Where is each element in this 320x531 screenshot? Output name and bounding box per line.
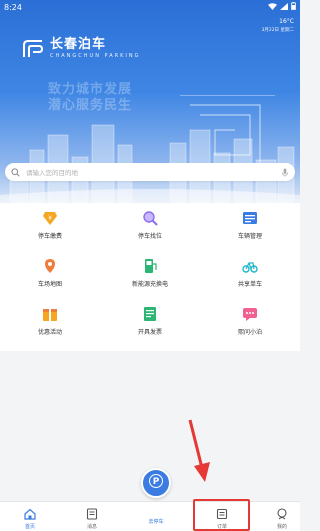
- vehicle-manage-icon: [243, 212, 257, 224]
- service-label: 停车缴费: [37, 233, 62, 240]
- home-icon: [24, 508, 36, 520]
- search-icon: [11, 167, 20, 177]
- parking-p-icon: P: [149, 474, 163, 488]
- service-promotion[interactable]: 优惠活动: [0, 304, 100, 344]
- service-label: 共享单车: [237, 281, 262, 288]
- search-bar[interactable]: 请输入您的目的地: [5, 163, 295, 181]
- status-icons: [268, 2, 296, 10]
- service-label: 车辆管理: [237, 233, 262, 240]
- go-park-button[interactable]: P: [141, 468, 171, 498]
- ev-charging-icon: [145, 259, 157, 273]
- logo-mark-icon: [23, 39, 44, 57]
- city-skyline-illustration: [0, 95, 300, 205]
- go-park-label: 去停车: [148, 519, 164, 525]
- tab-label: 我的: [276, 524, 287, 530]
- brand-name: 长春泊车: [50, 37, 107, 52]
- user-icon: [277, 508, 287, 520]
- chat-assistant-icon: [243, 308, 257, 321]
- tab-mine[interactable]: 我的: [252, 502, 312, 531]
- promotion-icon: [43, 309, 57, 321]
- weather-widget: 16°C 3月22日 星期二: [261, 18, 294, 33]
- annotation-arrow: [188, 419, 210, 482]
- service-lot-map[interactable]: 车场地图: [0, 256, 100, 296]
- svg-text:¥: ¥: [48, 215, 52, 222]
- service-label: 新能源充换电: [131, 281, 168, 288]
- status-bar: 8:24: [0, 0, 300, 16]
- tab-label: 首页: [24, 524, 35, 530]
- wifi-icon: [268, 2, 277, 10]
- svg-text:P: P: [153, 477, 160, 487]
- bottom-tab-bar: 首页 消息 订单 我的: [0, 501, 300, 531]
- service-parking-payment[interactable]: ¥ 停车缴费: [0, 208, 100, 248]
- service-invoice[interactable]: 开具发票: [100, 304, 200, 344]
- service-grid: ¥ 停车缴费 停车找位 车辆管理 车场地图 新能源充换电 共享单车 优惠活动 开…: [0, 203, 300, 351]
- find-spot-icon: [143, 211, 158, 226]
- highlight-box: [193, 499, 250, 531]
- mic-icon[interactable]: [281, 167, 289, 177]
- lot-map-icon: [45, 259, 55, 273]
- service-label: 熙问小泊: [237, 329, 262, 336]
- tab-messages[interactable]: 消息: [62, 502, 122, 531]
- shared-bike-icon: [242, 262, 258, 273]
- tab-label: 消息: [86, 524, 97, 530]
- service-shared-bike[interactable]: 共享单车: [200, 256, 300, 296]
- service-label: 开具发票: [137, 329, 162, 336]
- search-input[interactable]: 请输入您的目的地: [26, 167, 281, 177]
- service-label: 车场地图: [37, 281, 62, 288]
- status-time: 8:24: [4, 3, 22, 12]
- battery-icon: [291, 2, 296, 10]
- weather-date: 3月22日 星期二: [261, 28, 294, 33]
- invoice-icon: [144, 307, 156, 321]
- service-label: 停车找位: [137, 233, 162, 240]
- signal-icon: [280, 2, 288, 10]
- service-chat-assistant[interactable]: 熙问小泊: [200, 304, 300, 344]
- parking-payment-icon: ¥: [43, 212, 57, 225]
- tab-home[interactable]: 首页: [0, 502, 60, 531]
- brand-name-en: CHANGCHUN PARKING: [50, 53, 141, 59]
- service-label: 优惠活动: [37, 329, 62, 336]
- service-vehicle-manage[interactable]: 车辆管理: [200, 208, 300, 248]
- message-icon: [86, 508, 98, 520]
- weather-temp: 16°C: [279, 18, 294, 25]
- service-ev-charging[interactable]: 新能源充换电: [100, 256, 200, 296]
- service-find-spot[interactable]: 停车找位: [100, 208, 200, 248]
- brand-logo: 长春泊车 CHANGCHUN PARKING: [22, 38, 140, 59]
